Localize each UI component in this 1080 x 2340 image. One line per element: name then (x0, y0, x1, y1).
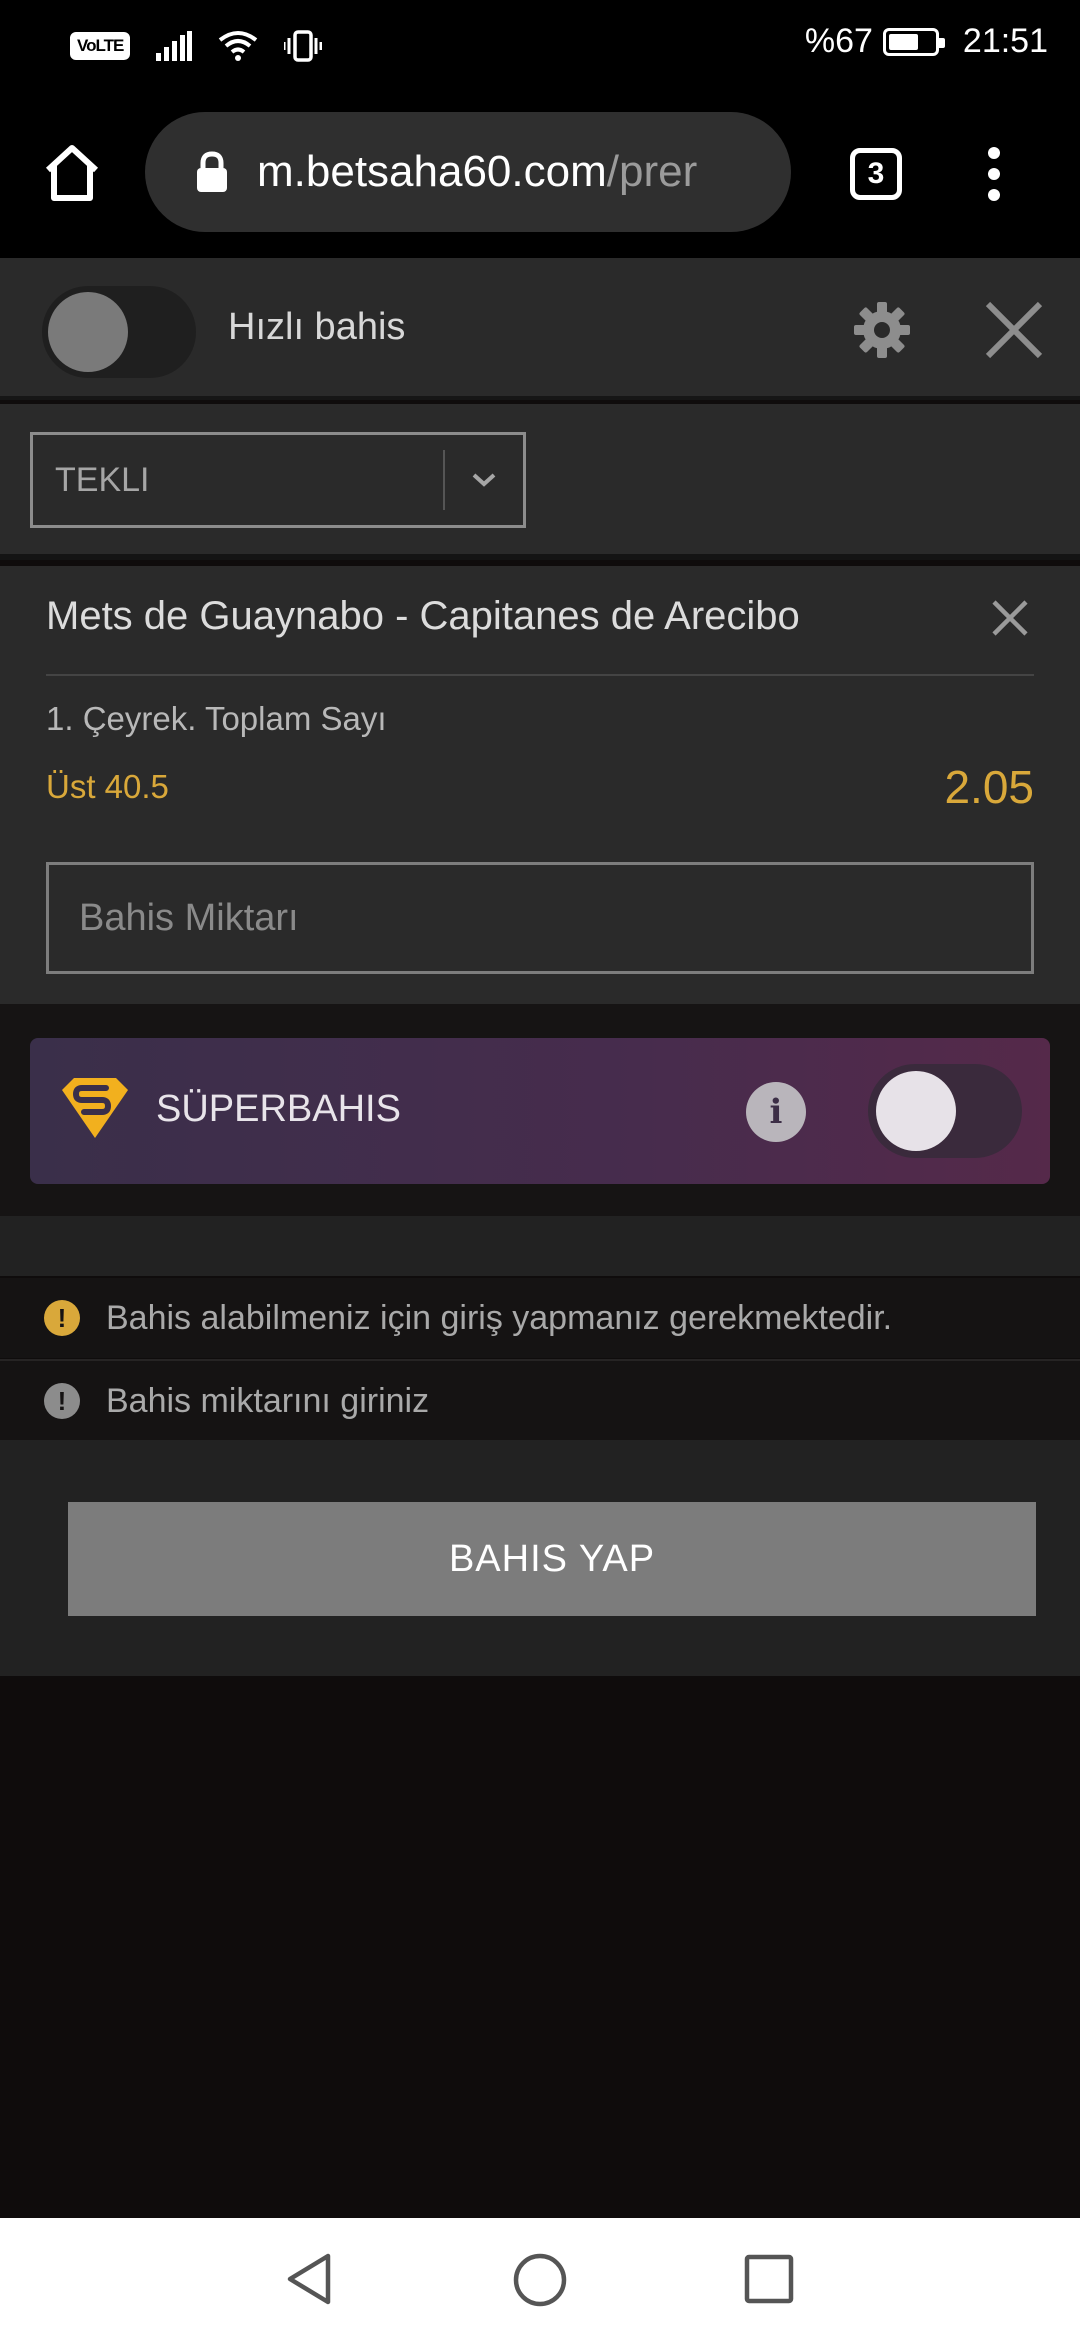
exclamation-icon: ! (44, 1300, 80, 1336)
superbet-banner: SÜPERBAHIS i (30, 1038, 1050, 1184)
signal-icon (156, 31, 193, 61)
battery-percent: %67 (804, 22, 873, 60)
superbet-section: SÜPERBAHIS i (0, 1004, 1080, 1216)
selection-name: Üst 40.5 (46, 768, 169, 805)
more-menu-icon[interactable] (986, 146, 1002, 202)
system-nav-bar (0, 2218, 1080, 2340)
chevron-down-icon (445, 472, 523, 488)
volte-indicator: VoLTE (70, 32, 131, 60)
card-divider (46, 674, 1034, 676)
odds-value: 2.05 (944, 761, 1034, 813)
place-bet-button[interactable]: BAHIS YAP (68, 1502, 1036, 1616)
bet-type-value: TEKLI (55, 460, 150, 499)
clock: 21:51 (962, 22, 1048, 60)
status-bar: VoLTE %67 21:51 (0, 0, 1080, 92)
gear-icon[interactable] (852, 300, 912, 360)
market-name: 1. Çeyrek. Toplam Sayı (46, 700, 387, 737)
recents-icon[interactable] (744, 2254, 794, 2304)
url-path: /prer (606, 147, 698, 196)
place-bet-area: BAHIS YAP (0, 1440, 1080, 1676)
match-title: Mets de Guaynabo - Capitanes de Arecibo (46, 594, 800, 638)
battery-icon (882, 27, 945, 56)
home-nav-icon[interactable] (512, 2252, 568, 2308)
wifi-icon (219, 31, 258, 61)
browser-toolbar: m.betsaha60.com/prer 3 (0, 92, 1080, 258)
superbet-logo-icon (62, 1078, 128, 1138)
stake-input[interactable] (46, 862, 1034, 974)
url-host: m.betsaha60.com (257, 147, 607, 196)
close-icon[interactable] (984, 300, 1044, 360)
bet-card: Mets de Guaynabo - Capitanes de Arecibo … (0, 566, 1080, 1004)
spacer-band (0, 1216, 1080, 1276)
quick-bet-toggle[interactable] (42, 286, 196, 378)
superbet-label: SÜPERBAHIS (156, 1088, 401, 1130)
bet-type-select[interactable]: TEKLI (30, 432, 526, 528)
url-text: m.betsaha60.com/prer (257, 147, 697, 197)
vibrate-icon (284, 30, 323, 62)
bet-type-row: TEKLI (0, 404, 1080, 560)
toggle-knob (48, 292, 128, 372)
status-right: %67 21:51 (805, 22, 1048, 61)
address-bar[interactable]: m.betsaha60.com/prer (145, 112, 791, 232)
tab-switcher-button[interactable]: 3 (850, 148, 902, 200)
quick-bet-bar: Hızlı bahis (0, 258, 1080, 400)
toggle-knob (876, 1071, 956, 1151)
superbet-toggle[interactable] (868, 1064, 1022, 1158)
info-icon[interactable]: i (746, 1082, 806, 1142)
quick-bet-label: Hızlı bahis (228, 306, 406, 348)
stake-warning: ! Bahis miktarını giriniz (0, 1361, 1080, 1441)
warning-text: Bahis miktarını giriniz (106, 1381, 430, 1420)
lock-icon (197, 151, 227, 192)
back-icon[interactable] (284, 2252, 334, 2306)
login-warning: ! Bahis alabilmeniz için giriş yapmanız … (0, 1278, 1080, 1358)
warning-text: Bahis alabilmeniz için giriş yapmanız ge… (106, 1298, 893, 1337)
remove-bet-icon[interactable] (990, 598, 1030, 638)
home-icon[interactable] (42, 144, 102, 202)
exclamation-icon: ! (44, 1383, 80, 1419)
status-left: VoLTE (70, 28, 323, 64)
